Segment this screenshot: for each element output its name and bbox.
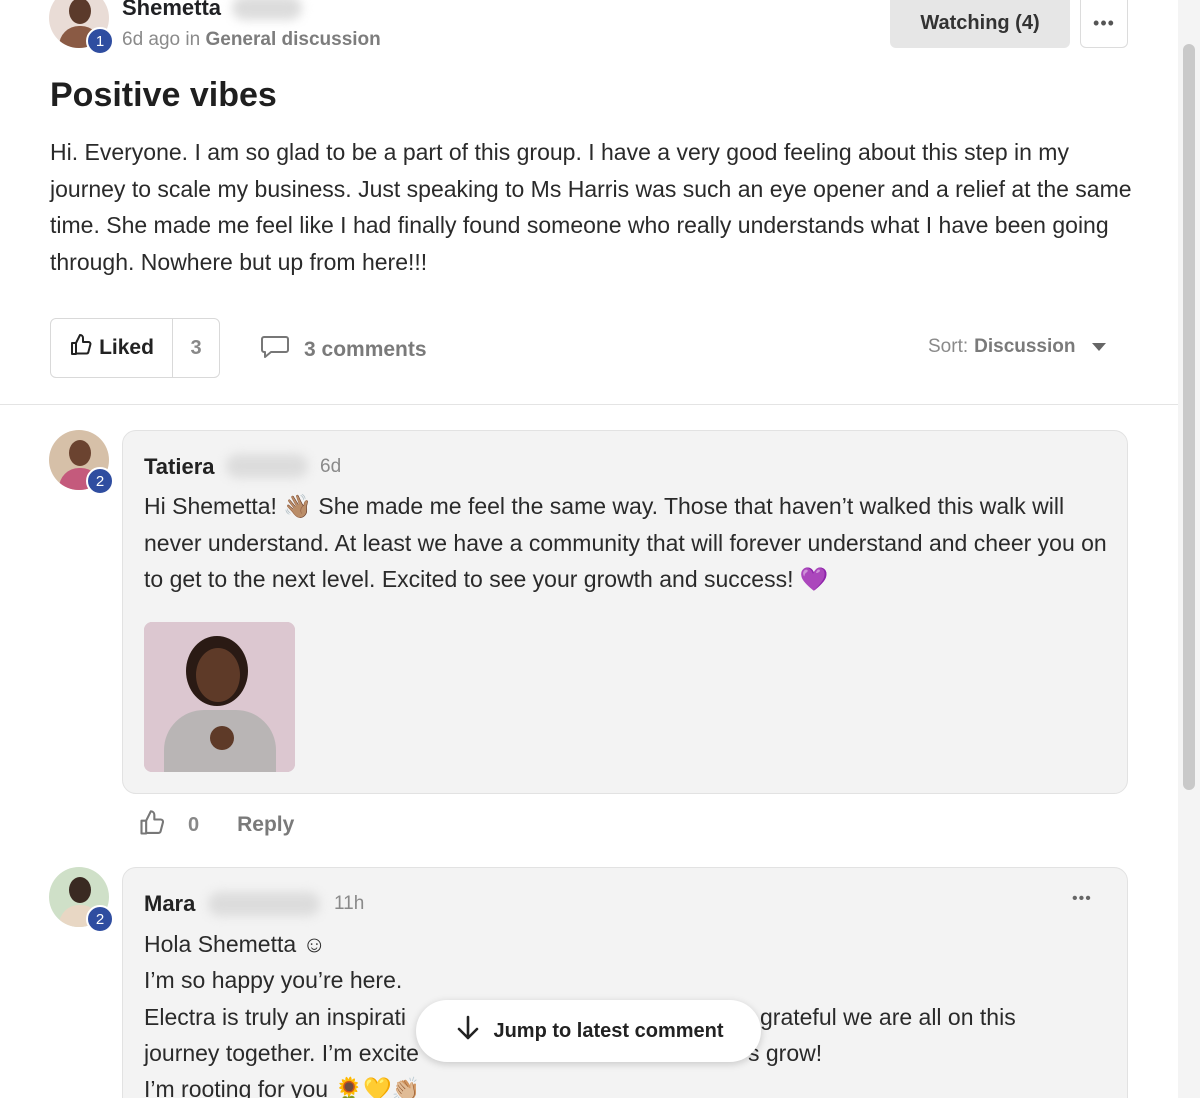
post-author-name-redacted xyxy=(232,0,302,20)
comment-body: Hi Shemetta! 👋🏽 She made me feel the sam… xyxy=(144,493,1107,592)
comment-line: s grow! xyxy=(748,1040,823,1066)
comment-author-name-redacted xyxy=(226,454,308,478)
comment-line: Hola Shemetta ☺ xyxy=(144,931,327,957)
like-count[interactable]: 3 xyxy=(173,319,219,377)
caret-down-icon xyxy=(1091,343,1106,351)
comment-author-level-badge: 2 xyxy=(86,905,114,933)
comment-bubble-icon xyxy=(260,334,290,366)
comment-author-name-redacted xyxy=(208,892,320,916)
thumbs-up-icon xyxy=(69,333,93,363)
post-panel: 1 Shemetta 6d ago in General discussion … xyxy=(0,0,1178,1098)
comment-author-name[interactable]: Tatiera xyxy=(144,454,215,480)
post-author-level-badge: 1 xyxy=(86,27,114,55)
scrollbar-thumb[interactable] xyxy=(1183,44,1195,790)
comment-time: 11h xyxy=(334,893,365,914)
jump-label: Jump to latest comment xyxy=(493,1019,724,1042)
comment-line: I’m so happy you’re here. xyxy=(144,967,403,993)
post-body: Hi. Everyone. I am so glad to be a part … xyxy=(50,139,1132,275)
comment-line: I’m rooting for you 🌻💛👏🏼 xyxy=(144,1076,421,1098)
post-category-link[interactable]: General discussion xyxy=(205,29,380,50)
liked-label: Liked xyxy=(99,336,154,359)
divider xyxy=(0,404,1178,405)
post-author-name[interactable]: Shemetta xyxy=(122,0,221,21)
comment-author-level-badge: 2 xyxy=(86,467,114,495)
more-icon: ••• xyxy=(1093,12,1115,33)
comment-gif-image[interactable] xyxy=(144,622,295,772)
comments-count-link[interactable]: 3 comments xyxy=(260,334,427,366)
jump-to-latest-comment-button[interactable]: Jump to latest comment xyxy=(416,1000,761,1062)
comments-count-label: 3 comments xyxy=(304,338,427,361)
like-button[interactable]: Liked xyxy=(51,319,173,377)
sort-value: Discussion xyxy=(974,336,1076,357)
post-meta: 6d ago in General discussion xyxy=(122,29,381,51)
comment-actions: 0 Reply xyxy=(138,808,294,842)
thumbs-up-icon[interactable] xyxy=(138,809,166,842)
sort-prefix: Sort: xyxy=(928,336,969,357)
post-time-ago: 6d ago in xyxy=(122,29,201,50)
comment-like-count: 0 xyxy=(188,813,200,836)
like-toggle[interactable]: Liked 3 xyxy=(50,318,220,378)
post-more-button[interactable]: ••• xyxy=(1080,0,1128,48)
reply-button[interactable]: Reply xyxy=(237,813,294,837)
more-icon: ••• xyxy=(1072,890,1092,907)
arrow-down-icon xyxy=(453,1013,483,1049)
sort-dropdown[interactable]: Sort: Discussion xyxy=(928,336,1106,358)
comment-more-button[interactable]: ••• xyxy=(1072,890,1092,908)
comment-time: 6d xyxy=(320,456,342,477)
post-title: Positive vibes xyxy=(50,76,277,114)
comment-line: grateful we are all on this xyxy=(760,1004,1016,1030)
watching-button[interactable]: Watching (4) xyxy=(890,0,1070,48)
comment-author-name[interactable]: Mara xyxy=(144,891,195,917)
scrollbar[interactable] xyxy=(1178,0,1200,1098)
